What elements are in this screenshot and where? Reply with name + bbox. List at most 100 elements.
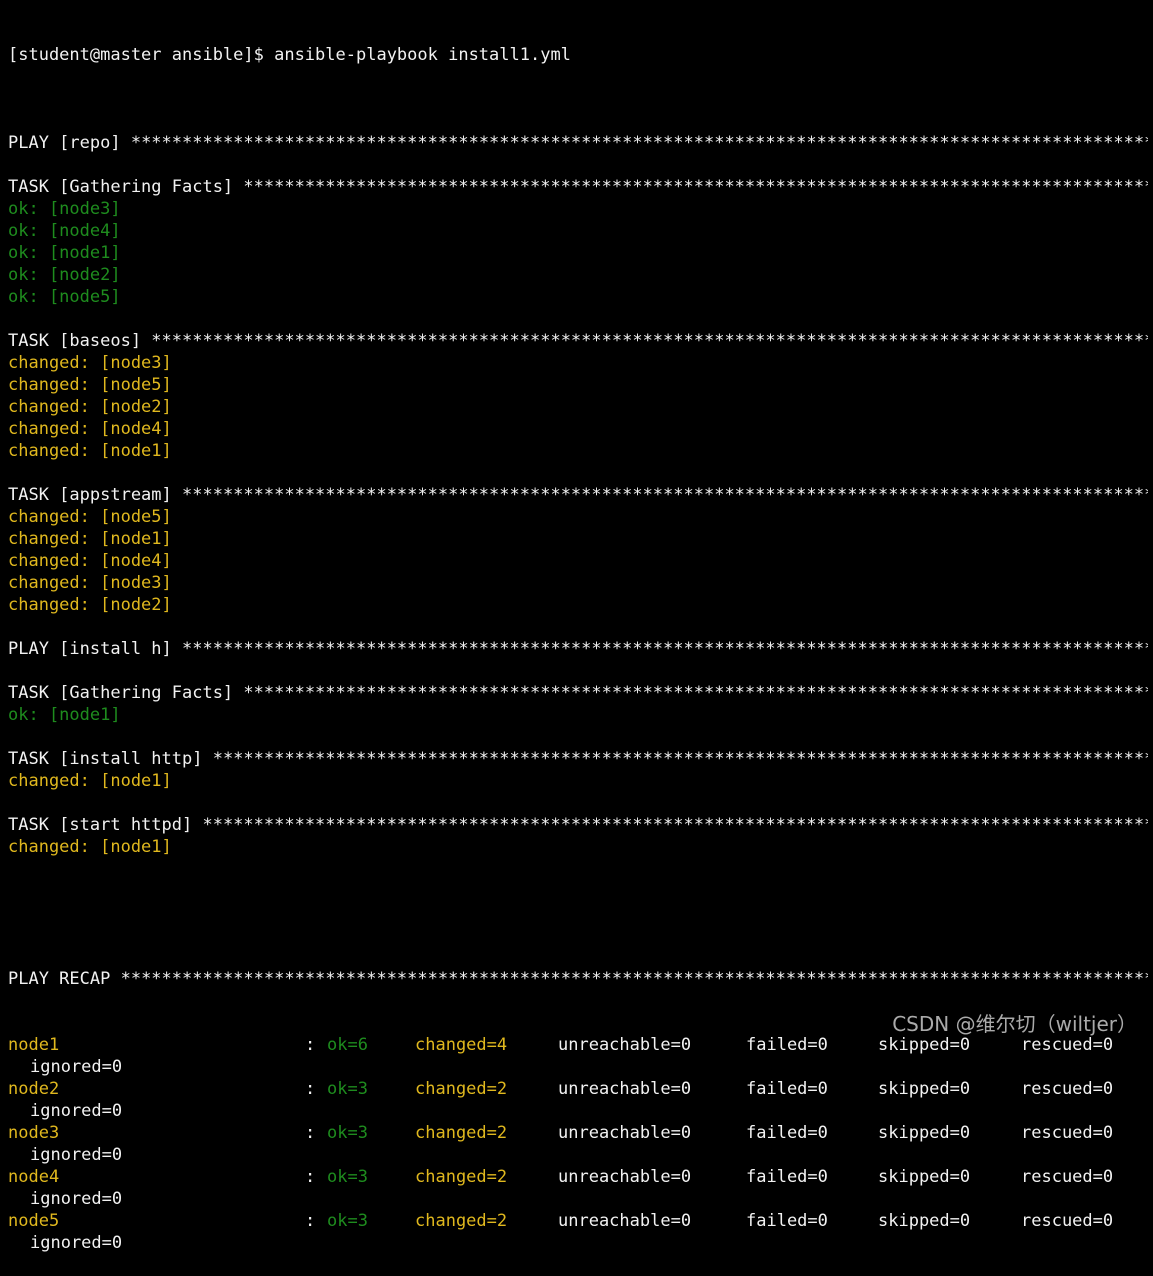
- recap-changed-count: changed=2: [415, 1123, 508, 1143]
- csdn-watermark: CSDN @维尔切（wiltjer）: [892, 1012, 1137, 1036]
- task-result-line: changed: [node5]: [8, 507, 172, 527]
- recap-host: node1: [8, 1035, 60, 1055]
- recap-host: node2: [8, 1079, 60, 1099]
- recap-skipped-count: skipped=0: [878, 1035, 971, 1055]
- recap-rescued-count: rescued=0: [1021, 1079, 1114, 1099]
- recap-host: node5: [8, 1211, 60, 1231]
- recap-colon: :: [305, 1123, 316, 1143]
- task-result-line: changed: [node4]: [8, 551, 172, 571]
- recap-failed-count: failed=0: [746, 1167, 828, 1187]
- recap-ok-count: ok=3: [327, 1211, 368, 1231]
- recap-rescued-count: rescued=0: [1021, 1035, 1114, 1055]
- play-recap-header: PLAY RECAP *****************************…: [8, 968, 1148, 990]
- task-result-line: ok: [node3]: [8, 199, 121, 219]
- recap-row: node2: ok=3 changed=2 unreachable=0 failed=0…: [8, 1078, 1148, 1100]
- recap-ok-count: ok=3: [327, 1123, 368, 1143]
- task-result-line: ok: [node5]: [8, 287, 121, 307]
- header-title: PLAY [install h]: [8, 639, 182, 659]
- recap-rescued-count: rescued=0: [1021, 1123, 1114, 1143]
- header-title: TASK [appstream]: [8, 485, 182, 505]
- recap-host: node4: [8, 1167, 60, 1187]
- recap-unreachable-count: unreachable=0: [558, 1079, 692, 1099]
- header-title: TASK [Gathering Facts]: [8, 683, 244, 703]
- recap-unreachable-count: unreachable=0: [558, 1211, 692, 1231]
- recap-ok-count: ok=6: [327, 1035, 368, 1055]
- play-recap-title: PLAY RECAP: [8, 969, 121, 989]
- recap-failed-count: failed=0: [746, 1123, 828, 1143]
- recap-row: node5: ok=3 changed=2 unreachable=0 failed=0…: [8, 1210, 1148, 1232]
- recap-changed-count: changed=2: [415, 1079, 508, 1099]
- recap-ignored-count: ignored=0: [30, 1189, 123, 1209]
- recap-colon: :: [305, 1167, 316, 1187]
- play-header: PLAY [install h] ***********************…: [8, 638, 1148, 660]
- playbook-output: PLAY [repo] ****************************…: [8, 110, 1148, 858]
- task-header: TASK [appstream] ***********************…: [8, 484, 1148, 506]
- task-result-line: changed: [node3]: [8, 573, 172, 593]
- task-header: TASK [baseos] **************************…: [8, 330, 1148, 352]
- task-result-line: changed: [node3]: [8, 353, 172, 373]
- task-result-line: changed: [node2]: [8, 397, 172, 417]
- task-result-line: ok: [node1]: [8, 243, 121, 263]
- header-stars: ****************************************…: [120, 969, 1148, 989]
- recap-skipped-count: skipped=0: [878, 1123, 971, 1143]
- header-stars: ****************************************…: [243, 177, 1148, 197]
- header-stars: ****************************************…: [212, 749, 1148, 769]
- recap-failed-count: failed=0: [746, 1211, 828, 1231]
- task-result-line: changed: [node5]: [8, 375, 172, 395]
- recap-row: node3: ok=3 changed=2 unreachable=0 failed=0…: [8, 1122, 1148, 1144]
- recap-rescued-count: rescued=0: [1021, 1211, 1114, 1231]
- task-result-line: ok: [node2]: [8, 265, 121, 285]
- header-title: PLAY [repo]: [8, 133, 131, 153]
- play-recap-table: node1: ok=6 changed=4 unreachable=0 failed=0…: [8, 1034, 1148, 1254]
- recap-skipped-count: skipped=0: [878, 1167, 971, 1187]
- recap-ignored-count: ignored=0: [30, 1145, 123, 1165]
- task-result-line: changed: [node1]: [8, 441, 172, 461]
- task-result-line: changed: [node1]: [8, 529, 172, 549]
- recap-changed-count: changed=2: [415, 1211, 508, 1231]
- task-result-line: changed: [node2]: [8, 595, 172, 615]
- header-stars: ****************************************…: [202, 815, 1148, 835]
- header-stars: ****************************************…: [243, 683, 1148, 703]
- task-result-line: changed: [node4]: [8, 419, 172, 439]
- header-title: TASK [start httpd]: [8, 815, 203, 835]
- task-result-line: ok: [node4]: [8, 221, 121, 241]
- recap-row: node1: ok=6 changed=4 unreachable=0 failed=0…: [8, 1034, 1148, 1056]
- recap-ok-count: ok=3: [327, 1167, 368, 1187]
- recap-ignored-count: ignored=0: [30, 1101, 123, 1121]
- header-stars: ****************************************…: [182, 639, 1148, 659]
- task-result-line: changed: [node1]: [8, 771, 172, 791]
- header-stars: ****************************************…: [130, 133, 1148, 153]
- recap-failed-count: failed=0: [746, 1035, 828, 1055]
- recap-rescued-count: rescued=0: [1021, 1167, 1114, 1187]
- recap-failed-count: failed=0: [746, 1079, 828, 1099]
- recap-colon: :: [305, 1079, 316, 1099]
- recap-row: node4: ok=3 changed=2 unreachable=0 failed=0…: [8, 1166, 1148, 1188]
- task-header: TASK [Gathering Facts] *****************…: [8, 176, 1148, 198]
- header-title: TASK [baseos]: [8, 331, 152, 351]
- recap-unreachable-count: unreachable=0: [558, 1035, 692, 1055]
- recap-ignored-count: ignored=0: [30, 1057, 123, 1077]
- recap-colon: :: [305, 1211, 316, 1231]
- terminal-output[interactable]: [student@master ansible]$ ansible-playbo…: [8, 0, 1148, 1276]
- header-title: TASK [Gathering Facts]: [8, 177, 244, 197]
- header-stars: ****************************************…: [151, 331, 1148, 351]
- recap-changed-count: changed=4: [415, 1035, 508, 1055]
- header-title: TASK [install http]: [8, 749, 213, 769]
- command-line: [student@master ansible]$ ansible-playbo…: [8, 45, 571, 65]
- task-header: TASK [install http] ********************…: [8, 748, 1148, 770]
- recap-unreachable-count: unreachable=0: [558, 1167, 692, 1187]
- recap-skipped-count: skipped=0: [878, 1211, 971, 1231]
- recap-ignored-count: ignored=0: [30, 1233, 123, 1253]
- header-stars: ****************************************…: [182, 485, 1148, 505]
- recap-ok-count: ok=3: [327, 1079, 368, 1099]
- recap-colon: :: [305, 1035, 316, 1055]
